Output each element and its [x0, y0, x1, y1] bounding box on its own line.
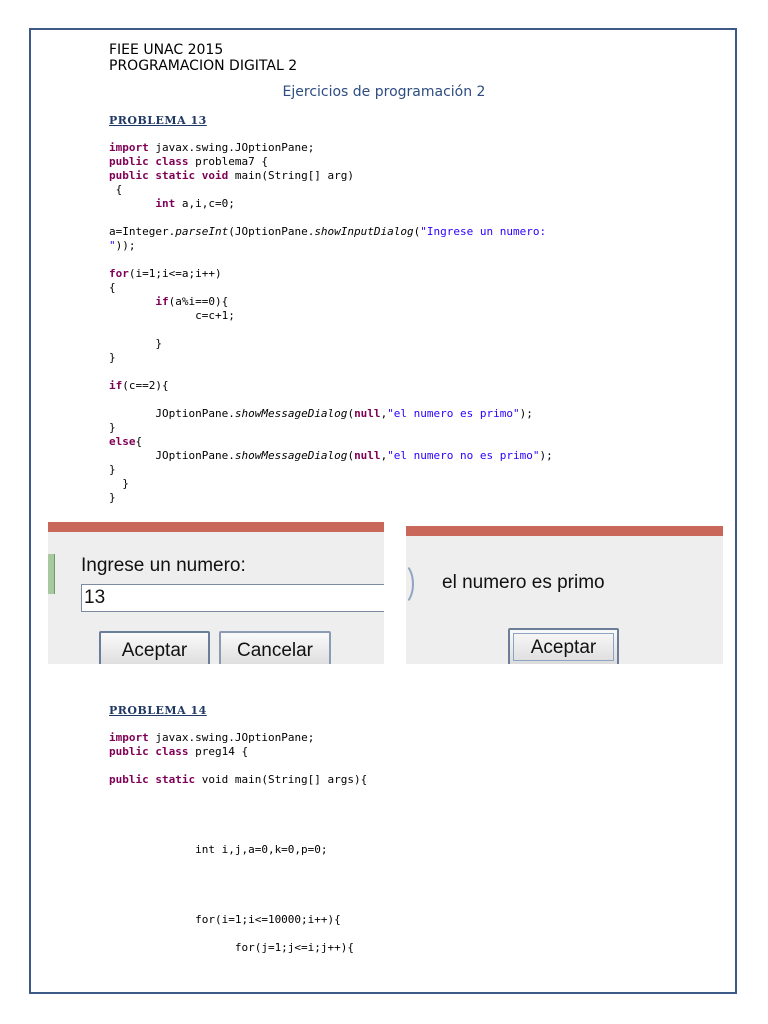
accept-button[interactable]: Aceptar	[99, 631, 210, 664]
header-line-1: FIEE UNAC 2015	[109, 42, 224, 58]
focus-ring	[513, 633, 614, 661]
subtitle-text: Ejercicios de programación 2	[282, 84, 486, 100]
number-input[interactable]: 13	[81, 584, 384, 612]
problem-14-title: PROBLEMA 14	[109, 704, 207, 717]
input-prompt-label: Ingrese un numero:	[81, 555, 246, 576]
info-icon	[406, 562, 414, 606]
question-icon-edge	[48, 554, 55, 594]
message-text: el numero es primo	[442, 572, 605, 593]
message-dialog-screenshot: el numero es primo Aceptar	[406, 526, 723, 664]
problem-13-title: PROBLEMA 13	[109, 114, 207, 127]
document-subtitle: Ejercicios de programación 2	[0, 84, 768, 100]
cancel-button[interactable]: Cancelar	[219, 631, 331, 664]
dialog-titlebar	[48, 522, 384, 532]
dialog-titlebar	[406, 526, 723, 536]
problem-13-code: import javax.swing.JOptionPane; public c…	[109, 141, 553, 504]
accept-button[interactable]: Aceptar	[508, 628, 619, 664]
problem-14-code: import javax.swing.JOptionPane; public c…	[109, 731, 368, 954]
header-line-2: PROGRAMACION DIGITAL 2	[109, 58, 298, 74]
input-dialog-screenshot: Ingrese un numero: 13 Aceptar Cancelar	[48, 522, 384, 664]
